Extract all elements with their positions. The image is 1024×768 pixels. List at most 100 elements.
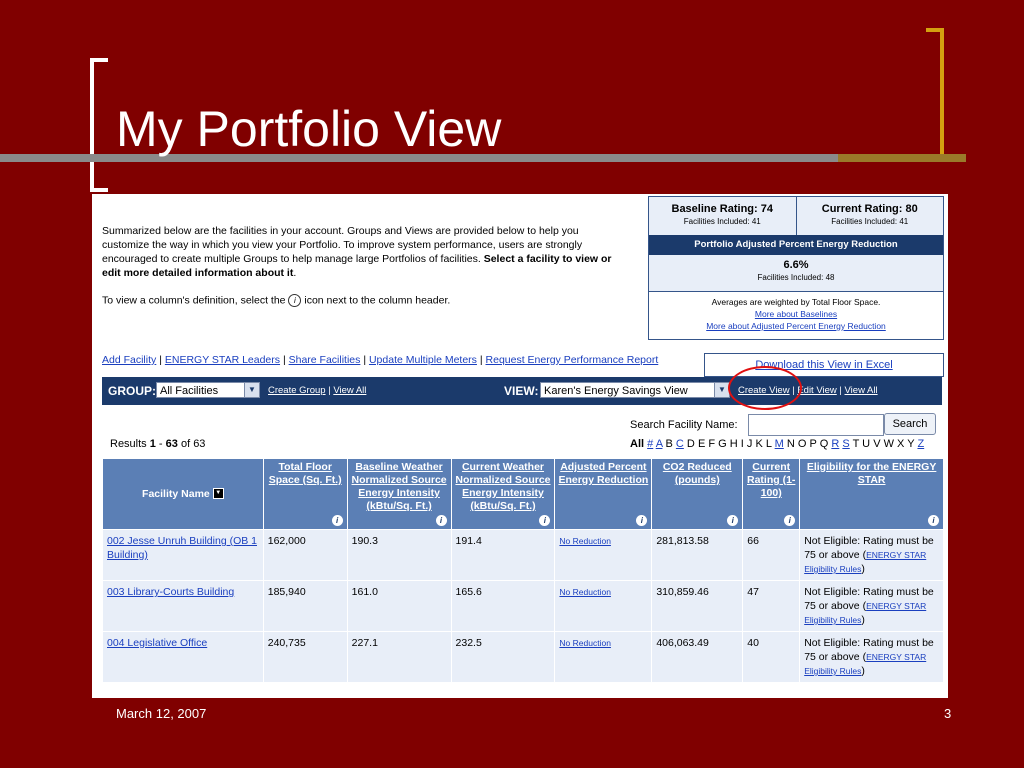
header-floor-space-link[interactable]: Total Floor Space (Sq. Ft.): [269, 461, 342, 486]
info-icon[interactable]: i: [727, 515, 739, 526]
more-about-baselines-link[interactable]: More about Baselines: [649, 308, 943, 320]
sort-icon[interactable]: ▼: [212, 488, 224, 500]
column-definition-hint: To view a column's definition, select th…: [102, 294, 617, 307]
group-select[interactable]: All Facilities ▼: [156, 382, 260, 398]
alphabet-letter: I: [740, 438, 744, 450]
slide-date: March 12, 2007: [116, 706, 207, 721]
alphabet-letter[interactable]: A: [656, 438, 663, 450]
share-facilities-link[interactable]: Share Facilities: [289, 354, 361, 366]
header-current-link[interactable]: Current Weather Normalized Source Energy…: [455, 461, 550, 512]
column-hint-after: icon next to the column header.: [301, 294, 451, 307]
header-rating-link[interactable]: Current Rating (1-100): [747, 461, 795, 499]
table-row: 003 Library-Courts Building 185,940 161.…: [102, 580, 944, 632]
eligibility-cell: Not Eligible: Rating must be 75 or above…: [799, 631, 944, 683]
header-co2-link[interactable]: CO2 Reduced (pounds): [663, 461, 732, 486]
alphabet-letter: L: [765, 438, 772, 450]
link-separator: |: [282, 354, 286, 366]
view-all-groups-link[interactable]: View All: [333, 385, 366, 396]
no-reduction-link[interactable]: No Reduction: [559, 536, 611, 546]
info-icon[interactable]: i: [331, 515, 343, 526]
alphabet-letter: H: [729, 438, 738, 450]
adjusted-reduction-heading: Portfolio Adjusted Percent Energy Reduct…: [649, 235, 943, 255]
create-group-link[interactable]: Create Group: [268, 385, 326, 396]
header-eligibility-link[interactable]: Eligibility for the ENERGY STAR: [807, 461, 937, 486]
alphabet-letter: G: [718, 438, 727, 450]
alphabet-letter[interactable]: C: [676, 438, 684, 450]
highlight-circle: [728, 366, 802, 410]
group-links: Create Group | View All: [268, 385, 366, 396]
alphabet-letter[interactable]: M: [775, 438, 784, 450]
header-facility-name-label: Facility Name: [142, 487, 210, 500]
info-icon[interactable]: i: [539, 515, 551, 526]
info-icon[interactable]: i: [636, 515, 648, 526]
column-hint-before: To view a column's definition, select th…: [102, 294, 289, 307]
search-input[interactable]: [748, 414, 884, 436]
title-rule-accent: [838, 154, 966, 162]
view-all-views-link[interactable]: View All: [845, 385, 878, 396]
header-adjusted-link[interactable]: Adjusted Percent Energy Reduction: [558, 461, 648, 486]
ratings-footnote: Averages are weighted by Total Floor Spa…: [649, 291, 943, 332]
update-meters-link[interactable]: Update Multiple Meters: [369, 354, 477, 366]
current-cell: 165.6: [450, 580, 556, 632]
view-label: VIEW:: [504, 384, 539, 398]
header-baseline-link[interactable]: Baseline Weather Normalized Source Energ…: [352, 461, 447, 512]
chevron-down-icon: ▼: [714, 383, 729, 397]
rating-cell: 66: [742, 529, 801, 581]
alphabet-letter[interactable]: Z: [917, 438, 924, 450]
reduction-cell: No Reduction: [554, 631, 653, 683]
alphabet-letter[interactable]: S: [842, 438, 849, 450]
alphabet-letter: P: [809, 438, 817, 450]
alphabet-letter: W: [883, 438, 894, 450]
header-facility-name[interactable]: Facility Name ▼: [102, 458, 264, 530]
facility-link[interactable]: 002 Jesse Unruh Building (OB 1 Building): [107, 535, 257, 561]
alphabet-letter[interactable]: #: [647, 438, 653, 450]
floor-space-cell: 240,735: [262, 631, 348, 683]
ratings-row: Baseline Rating: 74 Facilities Included:…: [649, 197, 943, 235]
energy-star-leaders-link[interactable]: ENERGY STAR Leaders: [165, 354, 280, 366]
results-to: 63: [165, 438, 178, 450]
reduction-cell: No Reduction: [554, 529, 653, 581]
alphabet-letter: N: [786, 438, 795, 450]
view-select[interactable]: Karen's Energy Savings View ▼: [540, 382, 730, 398]
alphabet-letter: V: [873, 438, 881, 450]
add-facility-link[interactable]: Add Facility: [102, 354, 156, 366]
alphabet-letter: Y: [907, 438, 915, 450]
header-eligibility: Eligibility for the ENERGY STAR i: [799, 458, 944, 530]
alphabet-all[interactable]: All: [630, 438, 644, 450]
header-current-rating: Current Rating (1-100) i: [742, 458, 801, 530]
info-icon[interactable]: i: [784, 515, 796, 526]
header-adjusted-reduction: Adjusted Percent Energy Reduction i: [554, 458, 653, 530]
alphabet-letter: F: [708, 438, 716, 450]
search-label: Search Facility Name:: [630, 419, 738, 431]
request-report-link[interactable]: Request Energy Performance Report: [486, 354, 659, 366]
alphabet-letter: Q: [819, 438, 829, 450]
header-current-intensity: Current Weather Normalized Source Energy…: [450, 458, 556, 530]
link-separator: |: [479, 354, 483, 366]
alphabet-letter: J: [746, 438, 753, 450]
facility-link[interactable]: 004 Legislative Office: [107, 637, 207, 649]
facility-name-cell: 003 Library-Courts Building: [102, 580, 264, 632]
no-reduction-link[interactable]: No Reduction: [559, 587, 611, 597]
no-reduction-link[interactable]: No Reduction: [559, 638, 611, 648]
adjusted-reduction-value: 6.6% Facilities Included: 48: [649, 255, 943, 291]
alphabet-letter[interactable]: R: [831, 438, 839, 450]
edit-view-link[interactable]: Edit View: [797, 385, 836, 396]
link-separator: |: [159, 354, 162, 366]
info-icon[interactable]: i: [435, 515, 447, 526]
facility-link[interactable]: 003 Library-Courts Building: [107, 586, 234, 598]
more-about-adjusted-link[interactable]: More about Adjusted Percent Energy Reduc…: [649, 320, 943, 332]
rating-cell: 47: [742, 580, 801, 632]
current-facilities-included: Facilities Included: 41: [831, 217, 909, 226]
table-header-row: Facility Name ▼ Total Floor Space (Sq. F…: [102, 458, 944, 530]
co2-cell: 310,859.46: [651, 580, 744, 632]
baseline-cell: 161.0: [346, 580, 452, 632]
floor-space-cell: 185,940: [262, 580, 348, 632]
info-icon[interactable]: i: [928, 515, 939, 526]
baseline-rating-label: Baseline Rating: 74: [671, 203, 773, 215]
current-cell: 232.5: [450, 631, 556, 683]
left-bracket-decoration: [90, 58, 108, 192]
search-button[interactable]: Search: [884, 413, 936, 435]
alphabet-filter: All # A B C D E F G H I J K L M N O P Q …: [630, 438, 924, 450]
link-separator: |: [839, 385, 842, 396]
alphabet-letter: T: [852, 438, 860, 450]
